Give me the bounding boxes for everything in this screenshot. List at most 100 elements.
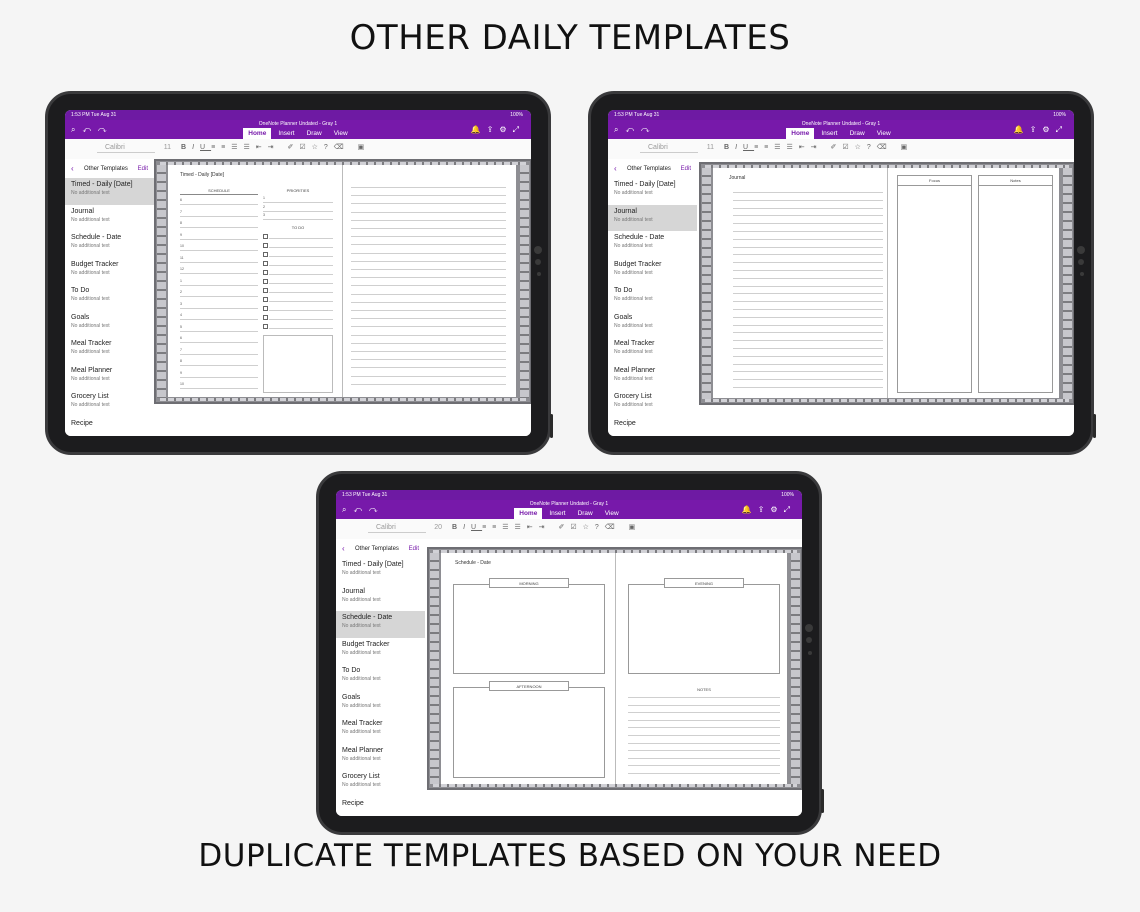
- bell-share-gear-expand-icons[interactable]: 🔔⇪⚙⤢: [471, 125, 525, 135]
- tab-home[interactable]: Home: [514, 508, 543, 519]
- todo-line: [269, 238, 333, 239]
- todo-line: [269, 319, 333, 320]
- tab-view[interactable]: View: [600, 508, 624, 519]
- todo-checkbox: [263, 288, 268, 293]
- journal-line: [733, 277, 883, 279]
- edit-button[interactable]: Edit: [681, 166, 691, 172]
- bell-share-gear-expand-icons[interactable]: 🔔⇪⚙⤢: [742, 505, 796, 515]
- format-tool-icons[interactable]: BIU≡≡☰☰⇤⇥ ✐☑☆?⌫ ▣: [181, 143, 370, 151]
- journal-line: [733, 215, 883, 217]
- note-line: [351, 260, 506, 262]
- hour-line: [180, 319, 258, 320]
- note-line: [351, 277, 506, 279]
- tab-insert[interactable]: Insert: [544, 508, 570, 519]
- page-list: ‹ Other Templates Edit Timed - Daily [Da…: [336, 539, 426, 816]
- page-item[interactable]: Journal No additional text: [336, 585, 425, 612]
- page-item[interactable]: Recipe: [336, 797, 425, 817]
- edit-button[interactable]: Edit: [138, 166, 148, 172]
- page-item[interactable]: Budget Tracker No additional text: [336, 638, 425, 665]
- page-item[interactable]: Timed - Daily [Date] No additional text: [608, 178, 697, 205]
- notes-line: [628, 697, 780, 698]
- section-name: Other Templates: [355, 546, 399, 552]
- page-item[interactable]: Goals No additional text: [65, 311, 154, 338]
- hour-number: 4: [180, 313, 182, 317]
- format-tool-icons[interactable]: BIU≡≡☰☰⇤⇥ ✐☑☆?⌫ ▣: [724, 143, 913, 151]
- page-item[interactable]: Schedule - Date No additional text: [65, 231, 154, 258]
- journal-line: [733, 293, 883, 295]
- page-canvas[interactable]: Schedule - Date MORNING AFTERNOON EVENIN…: [425, 539, 802, 816]
- planner-page-journal: Journal Focus Notes: [713, 168, 1059, 398]
- tab-insert[interactable]: Insert: [816, 128, 842, 139]
- tab-home[interactable]: Home: [786, 128, 815, 139]
- page-item[interactable]: Budget Tracker No additional text: [608, 258, 697, 285]
- page-item[interactable]: Recipe: [65, 417, 154, 437]
- page-item[interactable]: To Do No additional text: [608, 284, 697, 311]
- journal-line: [733, 301, 883, 303]
- page-item[interactable]: Meal Tracker No additional text: [65, 337, 154, 364]
- tab-home[interactable]: Home: [243, 128, 272, 139]
- font-size-field[interactable]: 11: [700, 144, 714, 151]
- page-item[interactable]: Meal Tracker No additional text: [608, 337, 697, 364]
- note-line: [351, 310, 506, 311]
- font-name-field[interactable]: Calibri: [368, 524, 426, 533]
- back-chevron-icon[interactable]: ‹: [342, 544, 345, 553]
- tab-view[interactable]: View: [329, 128, 353, 139]
- section-name: Other Templates: [627, 166, 671, 172]
- hour-number: 5: [180, 324, 182, 329]
- note-line: [351, 236, 506, 238]
- tab-view[interactable]: View: [872, 128, 896, 139]
- journal-line: [733, 199, 883, 201]
- font-name-field[interactable]: Calibri: [97, 144, 155, 153]
- tab-draw[interactable]: Draw: [573, 508, 598, 519]
- todo-line: [269, 274, 333, 275]
- page-canvas[interactable]: Journal Focus Notes: [697, 159, 1074, 436]
- journal-line: [733, 355, 883, 357]
- title-bar: ⌕↶↷ OneNote Planner Undated - Gray 1 Hom…: [65, 120, 531, 139]
- page-item[interactable]: Meal Planner No additional text: [65, 364, 154, 391]
- tablet-journal: 1:53 PM Tue Aug 31 100% ⌕↶↷ OneNote Plan…: [588, 91, 1096, 455]
- page-item[interactable]: Timed - Daily [Date] No additional text: [336, 558, 425, 585]
- todo-checkbox: [263, 234, 268, 239]
- hour-line: [180, 273, 258, 274]
- page-item[interactable]: Goals No additional text: [608, 311, 697, 338]
- notes-line: [628, 750, 780, 752]
- page-item[interactable]: Meal Planner No additional text: [608, 364, 697, 391]
- page-item[interactable]: Meal Planner No additional text: [336, 744, 425, 771]
- font-size-field[interactable]: 20: [428, 524, 442, 531]
- app-screen: 1:53 PM Tue Aug 31 100% ⌕↶↷ OneNote Plan…: [336, 490, 802, 816]
- page-item[interactable]: Recipe: [608, 417, 697, 437]
- page-item[interactable]: Grocery List No additional text: [608, 390, 697, 417]
- hour-line: [180, 330, 258, 332]
- page-item[interactable]: Meal Tracker No additional text: [336, 717, 425, 744]
- page-item[interactable]: Journal No additional text: [65, 205, 154, 232]
- todo-checkbox: [263, 324, 268, 329]
- page-item[interactable]: Schedule - Date No additional text: [608, 231, 697, 258]
- page-item[interactable]: Grocery List No additional text: [65, 390, 154, 417]
- page-item[interactable]: To Do No additional text: [336, 664, 425, 691]
- priority-number: 1: [263, 196, 265, 200]
- page-item[interactable]: Timed - Daily [Date] No additional text: [65, 178, 154, 205]
- notes-line: [628, 712, 780, 714]
- back-chevron-icon[interactable]: ‹: [614, 164, 617, 173]
- bell-share-gear-expand-icons[interactable]: 🔔⇪⚙⤢: [1014, 125, 1068, 135]
- tab-draw[interactable]: Draw: [845, 128, 870, 139]
- format-tool-icons[interactable]: BIU≡≡☰☰⇤⇥ ✐☑☆?⌫ ▣: [452, 523, 641, 531]
- page-item[interactable]: Schedule - Date No additional text: [336, 611, 425, 638]
- tab-draw[interactable]: Draw: [302, 128, 327, 139]
- hour-number: 3: [180, 301, 182, 306]
- todo-line: [269, 247, 333, 248]
- page-item[interactable]: Goals No additional text: [336, 691, 425, 718]
- page-canvas[interactable]: Timed - Daily [Date] SCHEDULE PRIORITIES…: [154, 159, 531, 436]
- page-item[interactable]: Journal No additional text: [608, 204, 697, 231]
- note-line: [351, 359, 506, 361]
- page-item[interactable]: To Do No additional text: [65, 284, 154, 311]
- back-chevron-icon[interactable]: ‹: [71, 164, 74, 173]
- font-size-field[interactable]: 11: [157, 144, 171, 151]
- page-item[interactable]: Grocery List No additional text: [336, 770, 425, 797]
- page-item[interactable]: Budget Tracker No additional text: [65, 258, 154, 285]
- notes-line: [628, 757, 780, 759]
- journal-line: [733, 254, 883, 256]
- edit-button[interactable]: Edit: [409, 546, 419, 552]
- font-name-field[interactable]: Calibri: [640, 144, 698, 153]
- tab-insert[interactable]: Insert: [273, 128, 299, 139]
